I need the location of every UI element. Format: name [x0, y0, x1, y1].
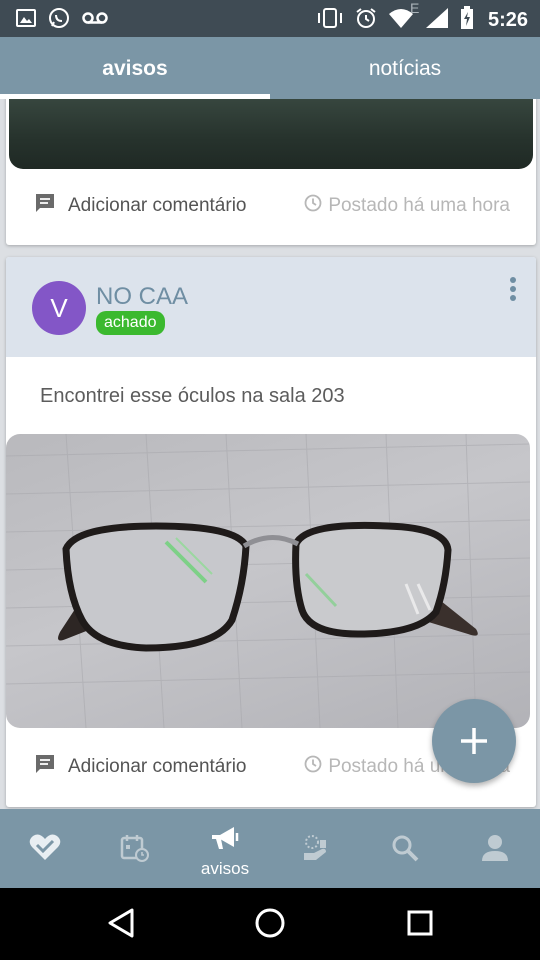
- add-comment-label: Adicionar comentário: [68, 756, 247, 777]
- clock-icon: [304, 755, 322, 779]
- heart-icon: [29, 834, 61, 860]
- hand-coins-icon: [304, 835, 326, 860]
- glasses-photo: [6, 434, 530, 728]
- plus-icon: [461, 728, 487, 754]
- nav-item-calendar[interactable]: [90, 809, 180, 888]
- post-timestamp: Postado há uma hora: [304, 194, 510, 218]
- nav-item-heart[interactable]: [0, 809, 90, 888]
- post-footer: Adicionar comentário Postado há uma hora: [6, 181, 536, 231]
- comment-icon: [34, 753, 56, 781]
- calendar-clock-icon: [120, 835, 149, 862]
- post-card: Adicionar comentário Postado há uma hora: [6, 99, 536, 245]
- bottom-nav: avisos: [0, 809, 540, 888]
- avatar[interactable]: V: [32, 281, 86, 335]
- image-icon: [16, 8, 36, 33]
- home-button[interactable]: [253, 906, 287, 945]
- nav-item-donations[interactable]: [270, 809, 360, 888]
- network-type-label: E: [409, 0, 420, 16]
- nav-item-profile[interactable]: [450, 809, 540, 888]
- nav-item-search[interactable]: [360, 809, 450, 888]
- category-badge: achado: [96, 311, 165, 335]
- whatsapp-icon: [48, 7, 70, 34]
- clock-icon: [304, 194, 322, 218]
- back-button[interactable]: [104, 906, 138, 945]
- vibrate-icon: [316, 7, 344, 34]
- post-header: V NO CAA achado: [6, 257, 536, 357]
- post-text: Encontrei esse óculos na sala 203: [40, 385, 345, 407]
- nav-item-avisos[interactable]: avisos: [180, 809, 270, 888]
- signal-icon: E: [410, 0, 450, 35]
- add-post-button[interactable]: [432, 699, 516, 783]
- posted-label: Postado há uma hora: [328, 195, 510, 216]
- more-options-icon[interactable]: [504, 277, 522, 303]
- add-comment-button[interactable]: Adicionar comentário: [34, 753, 246, 781]
- back-icon: [108, 908, 134, 938]
- top-tabs: avisos notícias: [0, 37, 540, 99]
- voicemail-icon: [82, 10, 108, 31]
- megaphone-icon: [212, 827, 239, 849]
- comment-icon: [34, 192, 56, 220]
- battery-charging-icon: [460, 6, 474, 35]
- add-comment-button[interactable]: Adicionar comentário: [34, 192, 246, 220]
- home-icon: [255, 908, 285, 938]
- tab-avisos[interactable]: avisos: [0, 37, 270, 99]
- alarm-icon: [354, 6, 378, 35]
- nav-label-avisos: avisos: [200, 859, 250, 878]
- add-comment-label: Adicionar comentário: [68, 195, 247, 216]
- tab-noticias[interactable]: notícias: [270, 37, 540, 99]
- person-icon: [482, 835, 508, 861]
- clock: 5:26: [487, 9, 528, 31]
- post-photo[interactable]: [6, 434, 530, 728]
- search-icon: [392, 835, 419, 862]
- system-nav-bar: [0, 888, 540, 960]
- status-bar: E 5:26: [0, 0, 540, 37]
- recents-button[interactable]: [403, 906, 437, 945]
- post-author[interactable]: NO CAA: [96, 283, 188, 311]
- recents-icon: [407, 910, 433, 936]
- post-image[interactable]: [9, 99, 533, 169]
